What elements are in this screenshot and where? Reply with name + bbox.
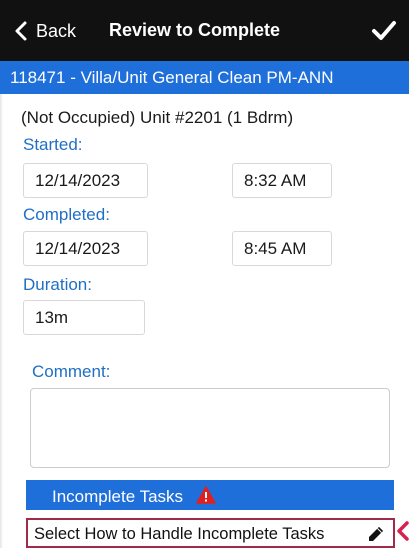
incomplete-tasks-header: Incomplete Tasks <box>26 480 394 510</box>
started-label: Started: <box>23 135 83 154</box>
arrow-left-icon <box>397 521 409 541</box>
duration-label: Duration: <box>23 275 92 294</box>
comment-input[interactable] <box>30 388 390 468</box>
select-incomplete-handling-button[interactable]: Select How to Handle Incomplete Tasks <box>26 518 395 548</box>
page-title: Review to Complete <box>108 20 281 40</box>
pencil-icon[interactable] <box>367 525 385 543</box>
job-header: 118471 - Villa/Unit General Clean PM-ANN <box>0 61 409 94</box>
select-incomplete-handling-label: Select How to Handle Incomplete Tasks <box>34 525 325 543</box>
checkmark-icon[interactable] <box>371 20 397 42</box>
started-date-field[interactable]: 12/14/2023 <box>23 163 148 198</box>
completed-label: Completed: <box>23 205 110 224</box>
warning-triangle-icon <box>196 486 216 504</box>
navigation-bar: Back Review to Complete <box>0 0 409 61</box>
unit-info: (Not Occupied) Unit #2201 (1 Bdrm) <box>21 108 294 127</box>
incomplete-tasks-label: Incomplete Tasks <box>52 487 184 506</box>
comment-label: Comment: <box>32 362 111 381</box>
duration-field[interactable]: 13m <box>23 300 145 335</box>
completed-date-field[interactable]: 12/14/2023 <box>23 231 148 266</box>
started-time-field[interactable]: 8:32 AM <box>232 163 332 198</box>
completed-time-field[interactable]: 8:45 AM <box>232 231 332 266</box>
panel-edge <box>0 94 3 548</box>
